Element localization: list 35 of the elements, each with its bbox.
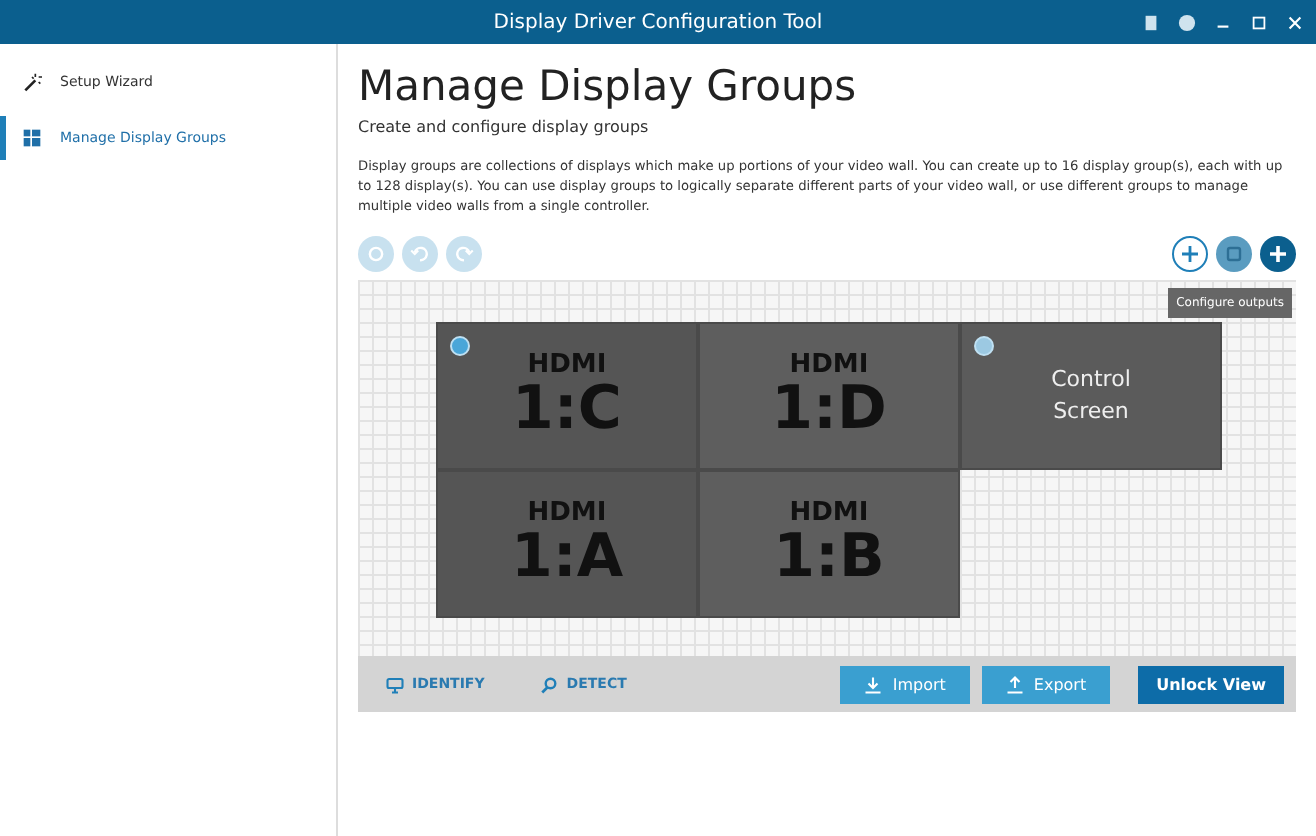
monitor-icon [386, 675, 404, 693]
output-label: 1:C [512, 380, 622, 440]
output-label: 1:A [510, 528, 624, 588]
import-button[interactable]: Import [840, 665, 970, 703]
window-title: Display Driver Configuration Tool [493, 11, 823, 33]
output-label: 1:B [773, 528, 885, 588]
plus-icon [1178, 242, 1202, 266]
document-icon[interactable] [1142, 13, 1160, 31]
port-label: HDMI [527, 352, 607, 380]
plus-icon [1266, 242, 1290, 266]
page-title: Manage Display Groups [358, 60, 859, 112]
square-icon [1222, 242, 1246, 266]
add-button[interactable] [1260, 236, 1296, 272]
display-tile[interactable]: HDMI 1:A [436, 470, 698, 618]
download-icon [864, 675, 883, 693]
unlock-view-button[interactable]: Unlock View [1138, 665, 1284, 703]
maximize-icon[interactable] [1250, 13, 1268, 31]
display-tile[interactable]: HDMI 1:D [698, 322, 960, 470]
configure-outputs-button[interactable] [1216, 236, 1252, 272]
display-tile[interactable]: HDMI 1:C [436, 322, 698, 470]
upload-icon [1005, 675, 1024, 693]
add-outline-button[interactable] [1172, 236, 1208, 272]
marker-dot [974, 336, 994, 356]
close-icon[interactable] [1286, 13, 1304, 31]
control-screen-tile[interactable]: Control Screen [960, 322, 1222, 470]
page-subtitle: Create and configure display groups [358, 118, 651, 136]
search-icon [540, 675, 559, 693]
display-tile[interactable]: HDMI 1:B [698, 470, 960, 618]
grid-icon [22, 128, 42, 148]
output-label: 1:D [771, 380, 887, 440]
export-button[interactable]: Export [981, 665, 1111, 703]
port-label: HDMI [789, 500, 869, 528]
port-label: HDMI [527, 500, 607, 528]
port-label: HDMI [789, 352, 869, 380]
magic-wand-icon [22, 72, 42, 92]
